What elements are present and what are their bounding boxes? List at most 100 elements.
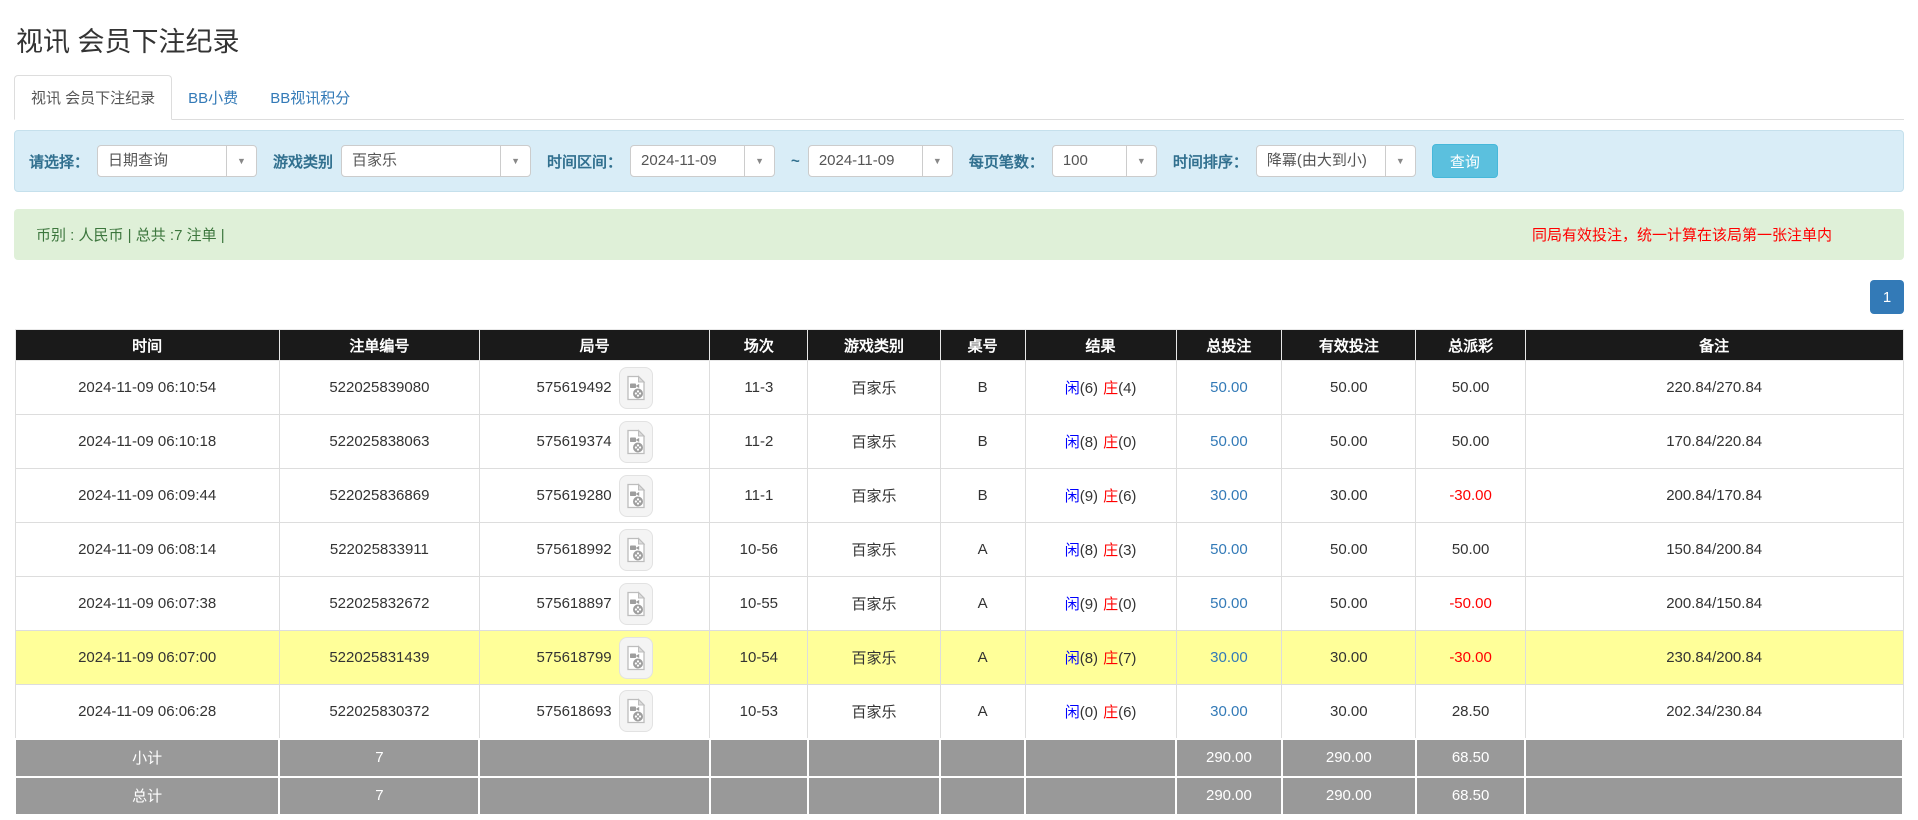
date-to-input[interactable]: 2024-11-09 ▼	[808, 145, 953, 177]
tab-betting-records[interactable]: 视讯 会员下注纪录	[14, 75, 172, 120]
cell-table-no: A	[940, 631, 1025, 685]
table-row[interactable]: 2024-11-09 06:10:54 522025839080 5756194…	[15, 361, 1903, 415]
cell-result: 闲(9)庄(6)	[1025, 469, 1176, 523]
cell-result: 闲(6)庄(4)	[1025, 361, 1176, 415]
chevron-down-icon: ▼	[1126, 146, 1156, 176]
page-size-select[interactable]: 100 ▼	[1052, 145, 1157, 177]
page-1-button[interactable]: 1	[1870, 280, 1904, 314]
video-replay-button[interactable]	[619, 637, 653, 679]
cell-remark: 200.84/170.84	[1525, 469, 1903, 523]
table-row[interactable]: 2024-11-09 06:09:44 522025836869 5756192…	[15, 469, 1903, 523]
same-round-notice: 同局有效投注，统一计算在该局第一张注单内	[1532, 224, 1832, 245]
page-title: 视讯 会员下注纪录	[14, 0, 1904, 75]
result-player: 闲	[1065, 542, 1080, 559]
chevron-down-icon: ▼	[226, 146, 256, 176]
cell-game-type: 百家乐	[808, 469, 940, 523]
query-type-label: 请选择：	[29, 151, 89, 172]
cell-result: 闲(9)庄(0)	[1025, 577, 1176, 631]
video-replay-button[interactable]	[619, 475, 653, 517]
cell-total-bet: 50.00	[1176, 577, 1282, 631]
tab-bb-video-points[interactable]: BB视讯积分	[254, 76, 366, 119]
betting-records-page: 视讯 会员下注纪录 视讯 会员下注纪录 BB小费 BB视讯积分 请选择： 日期查…	[0, 0, 1918, 816]
tab-bb-tips[interactable]: BB小费	[172, 76, 254, 119]
summary-row: 总计 7 290.00 290.00 68.50	[15, 777, 1903, 815]
cell-valid-bet: 30.00	[1282, 469, 1416, 523]
table-row[interactable]: 2024-11-09 06:06:28 522025830372 5756186…	[15, 685, 1903, 739]
table-header-row: 时间 注单编号 局号 场次 游戏类别 桌号 结果 总投注 有效投注 总派彩 备注	[15, 330, 1903, 361]
cell-session: 11-2	[710, 415, 808, 469]
round-number: 575619374	[537, 433, 612, 450]
cell-round: 575619280	[479, 469, 709, 523]
video-replay-button[interactable]	[619, 529, 653, 571]
cell-table-no: B	[940, 361, 1025, 415]
result-player: 闲	[1065, 650, 1080, 667]
cell-result: 闲(8)庄(3)	[1025, 523, 1176, 577]
film-icon	[626, 483, 646, 509]
result-banker: 庄	[1103, 488, 1118, 505]
total-bet-link[interactable]: 50.00	[1210, 379, 1248, 396]
total-bet-link[interactable]: 50.00	[1210, 433, 1248, 450]
cell-game-type: 百家乐	[808, 415, 940, 469]
col-remark: 备注	[1525, 330, 1903, 361]
cell-result: 闲(0)庄(6)	[1025, 685, 1176, 739]
game-type-select[interactable]: 百家乐 ▼	[341, 145, 531, 177]
query-type-select[interactable]: 日期查询 ▼	[97, 145, 257, 177]
table-row[interactable]: 2024-11-09 06:07:00 522025831439 5756187…	[15, 631, 1903, 685]
cell-session: 11-1	[710, 469, 808, 523]
col-total-bet: 总投注	[1176, 330, 1282, 361]
cell-session: 11-3	[710, 361, 808, 415]
col-session: 场次	[710, 330, 808, 361]
cell-table-no: A	[940, 523, 1025, 577]
cell-game-type: 百家乐	[808, 361, 940, 415]
col-result: 结果	[1025, 330, 1176, 361]
cell-bet-id: 522025832672	[279, 577, 479, 631]
table-row[interactable]: 2024-11-09 06:08:14 522025833911 5756189…	[15, 523, 1903, 577]
sort-order-select[interactable]: 降冪(由大到小) ▼	[1256, 145, 1416, 177]
game-type-label: 游戏类别	[273, 151, 333, 172]
cell-summary-valid-bet: 290.00	[1282, 777, 1416, 815]
date-from-input[interactable]: 2024-11-09 ▼	[630, 145, 775, 177]
table-row[interactable]: 2024-11-09 06:07:38 522025832672 5756188…	[15, 577, 1903, 631]
video-replay-button[interactable]	[619, 367, 653, 409]
cell-time: 2024-11-09 06:10:54	[15, 361, 279, 415]
table-row[interactable]: 2024-11-09 06:10:18 522025838063 5756193…	[15, 415, 1903, 469]
cell-bet-id: 522025833911	[279, 523, 479, 577]
total-bet-link[interactable]: 30.00	[1210, 649, 1248, 666]
col-game-type: 游戏类别	[808, 330, 940, 361]
pagination: 1	[14, 280, 1904, 314]
cell-valid-bet: 50.00	[1282, 523, 1416, 577]
cell-result: 闲(8)庄(0)	[1025, 415, 1176, 469]
summary-row: 小计 7 290.00 290.00 68.50	[15, 739, 1903, 777]
cell-valid-bet: 50.00	[1282, 577, 1416, 631]
total-bet-link[interactable]: 30.00	[1210, 703, 1248, 720]
film-icon	[626, 591, 646, 617]
total-bet-link[interactable]: 50.00	[1210, 595, 1248, 612]
total-bet-link[interactable]: 30.00	[1210, 487, 1248, 504]
date-range-label: 时间区间：	[547, 151, 622, 172]
col-bet-id: 注单编号	[279, 330, 479, 361]
chevron-down-icon: ▼	[744, 146, 774, 176]
cell-summary-count: 7	[279, 777, 479, 815]
result-banker: 庄	[1103, 380, 1118, 397]
cell-time: 2024-11-09 06:09:44	[15, 469, 279, 523]
col-payout: 总派彩	[1416, 330, 1526, 361]
cell-time: 2024-11-09 06:10:18	[15, 415, 279, 469]
video-replay-button[interactable]	[619, 583, 653, 625]
cell-bet-id: 522025830372	[279, 685, 479, 739]
video-replay-button[interactable]	[619, 690, 653, 732]
film-icon	[626, 645, 646, 671]
cell-summary-label: 小计	[15, 739, 279, 777]
result-player: 闲	[1065, 380, 1080, 397]
cell-total-bet: 50.00	[1176, 361, 1282, 415]
total-bet-link[interactable]: 50.00	[1210, 541, 1248, 558]
cell-remark: 230.84/200.84	[1525, 631, 1903, 685]
cell-remark: 200.84/150.84	[1525, 577, 1903, 631]
cell-game-type: 百家乐	[808, 685, 940, 739]
search-button[interactable]: 查询	[1432, 144, 1498, 178]
video-replay-button[interactable]	[619, 421, 653, 463]
cell-table-no: B	[940, 469, 1025, 523]
cell-bet-id: 522025831439	[279, 631, 479, 685]
result-banker: 庄	[1103, 434, 1118, 451]
cell-round: 575619492	[479, 361, 709, 415]
cell-valid-bet: 30.00	[1282, 631, 1416, 685]
